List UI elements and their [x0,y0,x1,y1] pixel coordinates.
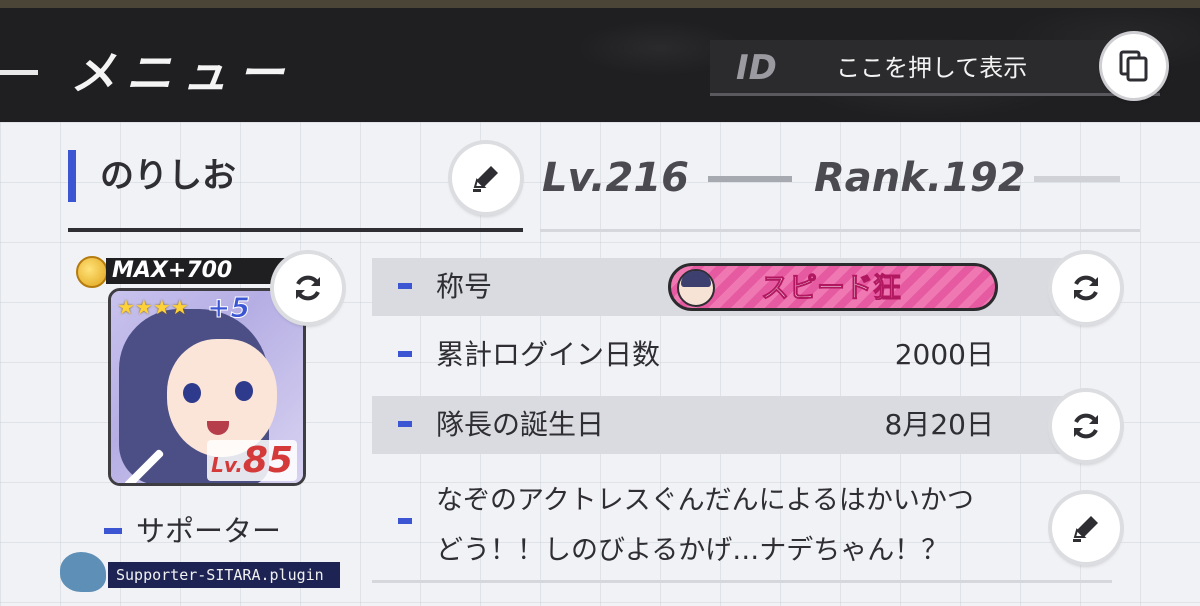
row-dash [398,351,412,357]
card-level: Lv.85 [207,440,297,481]
level-divider [708,176,792,182]
chibi-avatar-icon [677,269,715,307]
change-birthday-button[interactable] [1052,392,1120,460]
id-reveal-text: ここを押して表示 [836,54,1028,82]
bio-line-2: どう！！しのびよるかげ…ナデちゃん！？ [436,535,949,566]
name-underline [68,228,523,232]
pencil-icon [1073,516,1098,542]
title-badge[interactable]: スピード狂 [668,263,998,311]
login-days-value: 2000日 [894,338,994,371]
id-label: ID [736,48,777,88]
info-row-login-days: 累計ログイン日数 2000日 [372,326,1092,384]
row-dash [398,283,412,289]
refresh-icon [296,275,320,301]
rank-divider [1034,176,1120,182]
pencil-icon [473,166,498,192]
title-label: 称号 [436,270,493,303]
id-display-button[interactable]: ID ここを押して表示 [710,40,1160,96]
player-level: Lv.216 [542,155,689,201]
character-eye-left [183,383,201,403]
swap-supporter-button[interactable] [274,254,342,322]
card-level-value: 85 [242,440,293,481]
copy-id-button[interactable] [1102,34,1166,98]
change-title-button[interactable] [1052,254,1120,322]
bio-text: なぞのアクトレスぐんだんによるはかいかつ どう！！しのびよるかげ…ナデちゃん！？ [436,476,1036,576]
birthday-label: 隊長の誕生日 [436,408,605,441]
player-rank: Rank.192 [814,155,1026,201]
supporter-card[interactable]: ★★★★ +5 Lv.85 [108,288,306,486]
info-row-title: 称号 スピード狂 [372,258,1092,316]
bio-underline [372,580,1112,583]
bio-line-1: なぞのアクトレスぐんだんによるはかいかつ [436,485,974,516]
bio-section: なぞのアクトレスぐんだんによるはかいかつ どう！！しのびよるかげ…ナデちゃん！？ [372,472,1092,582]
page-title: メニュー [70,46,294,100]
header-dash [0,70,38,75]
birthday-value: 8月20日 [884,408,994,441]
copy-icon [1119,50,1148,82]
refresh-icon [1074,275,1098,301]
rarity-stars: ★★★★ [117,295,189,319]
elephant-icon [60,552,106,592]
row-dash [398,518,412,524]
login-days-label: 累計ログイン日数 [436,338,661,371]
title-badge-text: スピード狂 [760,271,902,305]
info-row-birthday: 隊長の誕生日 8月20日 [372,396,1092,454]
medal-icon [76,256,108,288]
character-eye-right [235,381,253,401]
row-dash [398,421,412,427]
refresh-icon [1074,413,1098,439]
player-name: のりしお [100,156,236,196]
plugin-name: Supporter-SITARA.plugin [108,562,340,588]
max-badge: MAX+700 [76,256,332,288]
plugin-watermark: Supporter-SITARA.plugin [60,552,342,592]
edit-name-button[interactable] [452,144,520,212]
name-accent-bar [68,150,76,202]
card-level-label: Lv. [211,453,243,477]
edit-bio-button[interactable] [1052,494,1120,562]
supporter-dash [104,528,122,534]
plus-value: +5 [207,291,251,325]
supporter-label: サポーター [136,514,282,548]
level-underline [540,229,1140,232]
